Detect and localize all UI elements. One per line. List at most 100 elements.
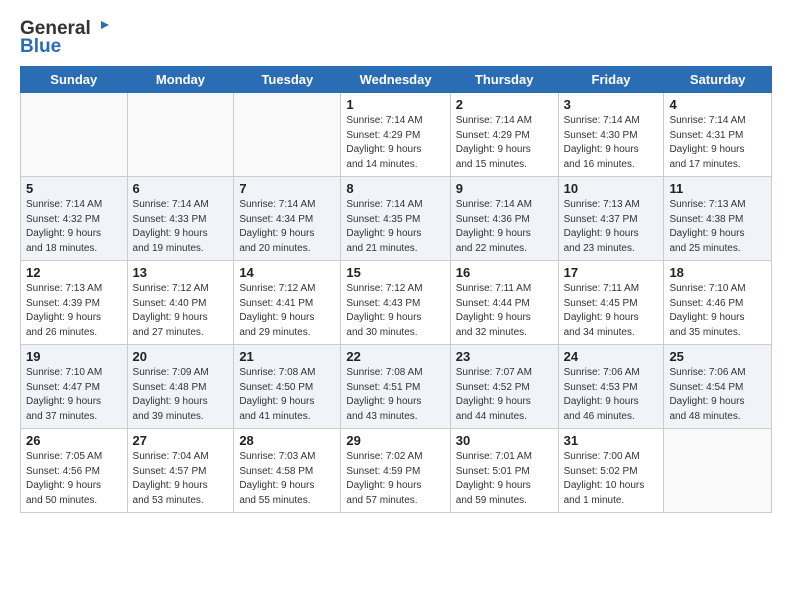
day-number: 4 [669, 97, 766, 112]
logo: General Blue [20, 18, 110, 58]
day-info: Sunrise: 7:11 AM Sunset: 4:45 PM Dayligh… [564, 282, 659, 340]
calendar-cell: 30 Sunrise: 7:01 AM Sunset: 5:01 PM Dayli… [450, 429, 558, 513]
day-number: 31 [564, 433, 659, 448]
calendar-cell: 26 Sunrise: 7:05 AM Sunset: 4:56 PM Dayli… [21, 429, 128, 513]
day-number: 9 [456, 181, 553, 196]
day-info: Sunrise: 7:08 AM Sunset: 4:50 PM Dayligh… [239, 366, 335, 424]
day-info: Sunrise: 7:09 AM Sunset: 4:48 PM Dayligh… [133, 366, 229, 424]
week-row-5: 26 Sunrise: 7:05 AM Sunset: 4:56 PM Dayli… [21, 429, 772, 513]
day-number: 28 [239, 433, 335, 448]
weekday-header-friday: Friday [558, 67, 664, 93]
weekday-header-row: SundayMondayTuesdayWednesdayThursdayFrid… [21, 67, 772, 93]
day-info: Sunrise: 7:06 AM Sunset: 4:54 PM Dayligh… [669, 366, 766, 424]
day-number: 13 [133, 265, 229, 280]
week-row-2: 5Sunrise: 7:14 AM Sunset: 4:32 PM Daylig… [21, 177, 772, 261]
calendar-cell [21, 93, 128, 177]
day-info: Sunrise: 7:14 AM Sunset: 4:30 PM Dayligh… [564, 114, 659, 172]
header: General Blue [20, 18, 772, 58]
calendar-cell: 18Sunrise: 7:10 AM Sunset: 4:46 PM Dayli… [664, 261, 772, 345]
day-info: Sunrise: 7:14 AM Sunset: 4:34 PM Dayligh… [239, 198, 335, 256]
day-number: 16 [456, 265, 553, 280]
day-number: 8 [346, 181, 444, 196]
calendar-cell: 6 Sunrise: 7:14 AM Sunset: 4:33 PM Daylig… [127, 177, 234, 261]
day-number: 22 [346, 349, 444, 364]
day-info: Sunrise: 7:14 AM Sunset: 4:33 PM Dayligh… [133, 198, 229, 256]
calendar-cell: 2Sunrise: 7:14 AM Sunset: 4:29 PM Daylig… [450, 93, 558, 177]
day-number: 20 [133, 349, 229, 364]
day-info: Sunrise: 7:10 AM Sunset: 4:47 PM Dayligh… [26, 366, 122, 424]
calendar-cell: 1Sunrise: 7:14 AM Sunset: 4:29 PM Daylig… [341, 93, 450, 177]
day-number: 7 [239, 181, 335, 196]
day-info: Sunrise: 7:12 AM Sunset: 4:41 PM Dayligh… [239, 282, 335, 340]
calendar-cell: 16 Sunrise: 7:11 AM Sunset: 4:44 PM Dayli… [450, 261, 558, 345]
weekday-header-sunday: Sunday [21, 67, 128, 93]
calendar-cell: 5Sunrise: 7:14 AM Sunset: 4:32 PM Daylig… [21, 177, 128, 261]
day-number: 1 [346, 97, 444, 112]
calendar-cell: 28 Sunrise: 7:03 AM Sunset: 4:58 PM Dayli… [234, 429, 341, 513]
day-number: 11 [669, 181, 766, 196]
day-number: 26 [26, 433, 122, 448]
day-info: Sunrise: 7:12 AM Sunset: 4:43 PM Dayligh… [346, 282, 444, 340]
calendar-cell: 17 Sunrise: 7:11 AM Sunset: 4:45 PM Dayli… [558, 261, 664, 345]
day-number: 14 [239, 265, 335, 280]
day-number: 24 [564, 349, 659, 364]
day-number: 15 [346, 265, 444, 280]
day-number: 17 [564, 265, 659, 280]
day-info: Sunrise: 7:05 AM Sunset: 4:56 PM Dayligh… [26, 450, 122, 508]
day-info: Sunrise: 7:03 AM Sunset: 4:58 PM Dayligh… [239, 450, 335, 508]
day-number: 10 [564, 181, 659, 196]
day-number: 18 [669, 265, 766, 280]
calendar-cell [127, 93, 234, 177]
day-info: Sunrise: 7:01 AM Sunset: 5:01 PM Dayligh… [456, 450, 553, 508]
calendar-cell: 31Sunrise: 7:00 AM Sunset: 5:02 PM Dayli… [558, 429, 664, 513]
calendar-cell: 4 Sunrise: 7:14 AM Sunset: 4:31 PM Daylig… [664, 93, 772, 177]
day-info: Sunrise: 7:04 AM Sunset: 4:57 PM Dayligh… [133, 450, 229, 508]
calendar-cell: 12 Sunrise: 7:13 AM Sunset: 4:39 PM Dayli… [21, 261, 128, 345]
day-number: 6 [133, 181, 229, 196]
calendar-cell: 20 Sunrise: 7:09 AM Sunset: 4:48 PM Dayli… [127, 345, 234, 429]
day-number: 12 [26, 265, 122, 280]
page: General Blue SundayMondayTuesdayWednesda… [0, 0, 792, 531]
weekday-header-saturday: Saturday [664, 67, 772, 93]
calendar-cell [664, 429, 772, 513]
calendar-cell: 24Sunrise: 7:06 AM Sunset: 4:53 PM Dayli… [558, 345, 664, 429]
calendar-cell: 25 Sunrise: 7:06 AM Sunset: 4:54 PM Dayli… [664, 345, 772, 429]
calendar-cell: 22Sunrise: 7:08 AM Sunset: 4:51 PM Dayli… [341, 345, 450, 429]
calendar-cell: 10 Sunrise: 7:13 AM Sunset: 4:37 PM Dayli… [558, 177, 664, 261]
day-info: Sunrise: 7:11 AM Sunset: 4:44 PM Dayligh… [456, 282, 553, 340]
day-info: Sunrise: 7:14 AM Sunset: 4:32 PM Dayligh… [26, 198, 122, 256]
day-info: Sunrise: 7:02 AM Sunset: 4:59 PM Dayligh… [346, 450, 444, 508]
day-info: Sunrise: 7:14 AM Sunset: 4:35 PM Dayligh… [346, 198, 444, 256]
day-number: 30 [456, 433, 553, 448]
calendar-cell: 3 Sunrise: 7:14 AM Sunset: 4:30 PM Daylig… [558, 93, 664, 177]
calendar-cell [234, 93, 341, 177]
day-number: 2 [456, 97, 553, 112]
day-number: 27 [133, 433, 229, 448]
calendar-cell: 29 Sunrise: 7:02 AM Sunset: 4:59 PM Dayli… [341, 429, 450, 513]
calendar-cell: 19 Sunrise: 7:10 AM Sunset: 4:47 PM Dayli… [21, 345, 128, 429]
day-number: 19 [26, 349, 122, 364]
calendar-cell: 14 Sunrise: 7:12 AM Sunset: 4:41 PM Dayli… [234, 261, 341, 345]
weekday-header-monday: Monday [127, 67, 234, 93]
weekday-header-thursday: Thursday [450, 67, 558, 93]
logo-blue: Blue [20, 36, 61, 58]
calendar-cell: 13 Sunrise: 7:12 AM Sunset: 4:40 PM Dayli… [127, 261, 234, 345]
day-info: Sunrise: 7:13 AM Sunset: 4:39 PM Dayligh… [26, 282, 122, 340]
day-info: Sunrise: 7:14 AM Sunset: 4:36 PM Dayligh… [456, 198, 553, 256]
weekday-header-tuesday: Tuesday [234, 67, 341, 93]
day-info: Sunrise: 7:14 AM Sunset: 4:31 PM Dayligh… [669, 114, 766, 172]
calendar-cell: 11 Sunrise: 7:13 AM Sunset: 4:38 PM Dayli… [664, 177, 772, 261]
calendar-cell: 21 Sunrise: 7:08 AM Sunset: 4:50 PM Dayli… [234, 345, 341, 429]
week-row-4: 19 Sunrise: 7:10 AM Sunset: 4:47 PM Dayli… [21, 345, 772, 429]
day-info: Sunrise: 7:07 AM Sunset: 4:52 PM Dayligh… [456, 366, 553, 424]
day-info: Sunrise: 7:12 AM Sunset: 4:40 PM Dayligh… [133, 282, 229, 340]
day-number: 25 [669, 349, 766, 364]
day-info: Sunrise: 7:13 AM Sunset: 4:37 PM Dayligh… [564, 198, 659, 256]
day-number: 29 [346, 433, 444, 448]
weekday-header-wednesday: Wednesday [341, 67, 450, 93]
day-info: Sunrise: 7:13 AM Sunset: 4:38 PM Dayligh… [669, 198, 766, 256]
calendar-cell: 23 Sunrise: 7:07 AM Sunset: 4:52 PM Dayli… [450, 345, 558, 429]
day-number: 3 [564, 97, 659, 112]
day-number: 23 [456, 349, 553, 364]
day-number: 21 [239, 349, 335, 364]
